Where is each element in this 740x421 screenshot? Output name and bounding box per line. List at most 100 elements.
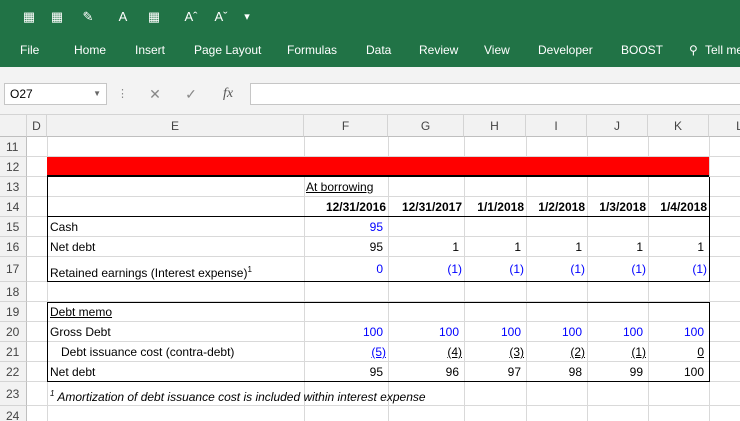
date-header: 1/1/2018 bbox=[477, 200, 524, 214]
tell-me-icon: ⚲ bbox=[689, 43, 698, 57]
net-debt-value: 95 bbox=[369, 240, 383, 254]
memo-net-debt-value: 95 bbox=[369, 365, 383, 379]
net-debt-value: 1 bbox=[697, 240, 704, 254]
row-header-15[interactable]: 15 bbox=[0, 217, 27, 237]
row-header-20[interactable]: 20 bbox=[0, 322, 27, 342]
tab-page-layout[interactable]: Page Layout bbox=[194, 42, 261, 58]
red-header-bar bbox=[47, 157, 709, 177]
row-header-22[interactable]: 22 bbox=[0, 362, 27, 382]
col-header-d[interactable]: D bbox=[27, 115, 47, 137]
col-header-k[interactable]: K bbox=[648, 115, 709, 137]
gross-debt-value: 100 bbox=[622, 325, 643, 339]
tab-data[interactable]: Data bbox=[366, 42, 391, 58]
col-header-e[interactable]: E bbox=[47, 115, 304, 137]
enter-icon[interactable]: ✓ bbox=[182, 85, 200, 103]
retained-earnings-value: (1) bbox=[447, 262, 462, 276]
row-header-18[interactable]: 18 bbox=[0, 282, 27, 302]
tab-review[interactable]: Review bbox=[419, 42, 458, 58]
worksheet-grid[interactable]: D E F G H I J K L 11 12 13 14 15 16 17 1… bbox=[0, 115, 740, 421]
retained-earnings-value: (1) bbox=[692, 262, 707, 276]
row-header-19[interactable]: 19 bbox=[0, 302, 27, 322]
tab-boost[interactable]: BOOST bbox=[621, 42, 663, 58]
formula-input[interactable] bbox=[250, 83, 740, 105]
date-header: 1/2/2018 bbox=[538, 200, 585, 214]
borders-icon[interactable]: ▦ bbox=[22, 8, 36, 26]
memo-net-debt-label: Net debt bbox=[50, 365, 96, 379]
col-header-g[interactable]: G bbox=[388, 115, 464, 137]
retained-earnings-value: 0 bbox=[376, 262, 383, 276]
font-color-icon[interactable]: A bbox=[114, 8, 132, 26]
date-header: 1/3/2018 bbox=[599, 200, 646, 214]
gross-debt-value: 100 bbox=[500, 325, 521, 339]
issuance-cost-label: Debt issuance cost (contra-debt) bbox=[61, 345, 235, 359]
issuance-cost-value: (1) bbox=[631, 345, 646, 359]
name-box-value: O27 bbox=[10, 87, 33, 101]
customize-toolbar-icon[interactable]: ▾ bbox=[240, 8, 254, 26]
col-header-h[interactable]: H bbox=[464, 115, 526, 137]
name-box[interactable]: O27 ▼ bbox=[4, 83, 107, 105]
quick-access-toolbar: ▦ ▦ ✎ A ▦ Aˆ Aˇ ▾ bbox=[0, 0, 740, 33]
memo-net-debt-value: 100 bbox=[683, 365, 704, 379]
retained-earnings-value: (1) bbox=[631, 262, 646, 276]
insert-function-icon[interactable]: fx bbox=[218, 85, 238, 103]
net-debt-value: 1 bbox=[636, 240, 643, 254]
row-header-23[interactable]: 23 bbox=[0, 382, 27, 406]
row-header-17[interactable]: 17 bbox=[0, 257, 27, 282]
tab-tell-me[interactable]: Tell me bbox=[705, 42, 740, 58]
issuance-cost-value: (4) bbox=[447, 345, 462, 359]
date-header: 12/31/2016 bbox=[325, 200, 386, 214]
retained-earnings-value: (1) bbox=[570, 262, 585, 276]
tab-formulas[interactable]: Formulas bbox=[287, 42, 337, 58]
debt-memo-title: Debt memo bbox=[50, 305, 113, 319]
net-debt-value: 1 bbox=[575, 240, 582, 254]
row-header-11[interactable]: 11 bbox=[0, 137, 27, 157]
increase-font-icon[interactable]: Aˆ bbox=[182, 8, 200, 26]
col-header-f[interactable]: F bbox=[304, 115, 388, 137]
merge-cells-icon[interactable]: ▦ bbox=[50, 8, 64, 26]
gross-debt-value: 100 bbox=[438, 325, 459, 339]
gross-debt-label: Gross Debt bbox=[50, 325, 111, 339]
at-borrowing-label: At borrowing bbox=[306, 180, 374, 194]
more-options-icon: ⋮ bbox=[117, 88, 128, 100]
footnote-text: Amortization of debt issuance cost is in… bbox=[57, 390, 426, 404]
issuance-cost-value: 0 bbox=[697, 345, 704, 359]
tab-developer[interactable]: Developer bbox=[538, 42, 593, 58]
retained-earnings-label: Retained earnings (Interest expense)1 bbox=[47, 257, 304, 282]
ribbon-tabs: File Home Insert Page Layout Formulas Da… bbox=[0, 33, 740, 67]
tab-insert[interactable]: Insert bbox=[135, 42, 165, 58]
col-header-i[interactable]: I bbox=[526, 115, 587, 137]
issuance-cost-value: (2) bbox=[570, 345, 585, 359]
retained-earnings-text: Retained earnings (Interest expense) bbox=[50, 266, 248, 280]
memo-net-debt-value: 96 bbox=[445, 365, 459, 379]
row-header-14[interactable]: 14 bbox=[0, 197, 27, 217]
memo-net-debt-value: 98 bbox=[568, 365, 582, 379]
cash-value: 95 bbox=[369, 220, 383, 234]
row-header-21[interactable]: 21 bbox=[0, 342, 27, 362]
row-header-16[interactable]: 16 bbox=[0, 237, 27, 257]
footnote: 1 Amortization of debt issuance cost is … bbox=[47, 382, 547, 406]
fill-color-icon[interactable]: ✎ bbox=[78, 8, 98, 26]
col-header-j[interactable]: J bbox=[587, 115, 648, 137]
gross-debt-value: 100 bbox=[362, 325, 383, 339]
gross-debt-value: 100 bbox=[561, 325, 582, 339]
row-header-24[interactable]: 24 bbox=[0, 406, 27, 421]
net-debt-label: Net debt bbox=[50, 240, 96, 254]
select-all-corner[interactable] bbox=[0, 115, 27, 137]
formula-bar-area: O27 ▼ ⋮ ✕ ✓ fx bbox=[0, 67, 740, 115]
chevron-down-icon[interactable]: ▼ bbox=[93, 84, 101, 104]
memo-net-debt-value: 97 bbox=[507, 365, 521, 379]
row-header-13[interactable]: 13 bbox=[0, 177, 27, 197]
col-header-l[interactable]: L bbox=[709, 115, 740, 137]
cancel-icon[interactable]: ✕ bbox=[146, 85, 164, 103]
borders-dropdown-icon[interactable]: ▦ bbox=[144, 8, 164, 26]
footnote-number: 1 bbox=[50, 389, 55, 398]
row-header-12[interactable]: 12 bbox=[0, 157, 27, 177]
tab-view[interactable]: View bbox=[484, 42, 510, 58]
gross-debt-value: 100 bbox=[683, 325, 704, 339]
retained-earnings-value: (1) bbox=[509, 262, 524, 276]
issuance-cost-value: (3) bbox=[509, 345, 524, 359]
cash-label: Cash bbox=[50, 220, 79, 234]
tab-file[interactable]: File bbox=[20, 42, 39, 58]
decrease-font-icon[interactable]: Aˇ bbox=[212, 8, 230, 26]
tab-home[interactable]: Home bbox=[74, 42, 106, 58]
